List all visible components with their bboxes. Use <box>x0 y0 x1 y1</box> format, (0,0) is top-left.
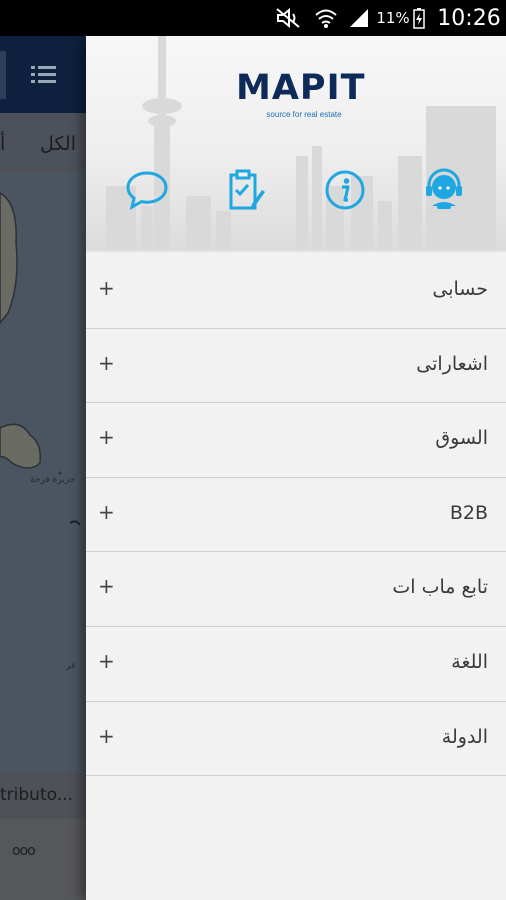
menu-item-notifications[interactable]: + اشعاراتى <box>86 329 506 404</box>
expand-icon[interactable]: + <box>98 425 115 449</box>
logo-text: MAPIT <box>236 68 366 108</box>
expand-icon[interactable]: + <box>98 500 115 524</box>
bottom-bar: ooo <box>0 819 86 900</box>
logo-tagline: source for real estate <box>266 110 342 119</box>
menu-item-follow-mapit[interactable]: + تابع ماب ات <box>86 552 506 627</box>
filter-tab-all[interactable]: الكل <box>40 133 76 155</box>
battery-charging-icon <box>410 0 428 36</box>
map-label-island: جزيرة فرحة <box>30 475 76 485</box>
expand-icon[interactable]: + <box>98 351 115 375</box>
menu-item-market[interactable]: + السوق <box>86 403 506 478</box>
filter-tabs: أ الكل <box>0 113 86 173</box>
menu-item-language[interactable]: + اللغة <box>86 627 506 702</box>
battery-percent: 11% <box>376 9 410 27</box>
support-icon[interactable] <box>420 166 468 214</box>
report-icon[interactable] <box>222 166 270 214</box>
menu-item-account[interactable]: + حسابى <box>86 254 506 329</box>
mapit-logo: MAPIT source for real estate <box>236 68 364 124</box>
list-menu-icon[interactable] <box>28 58 60 90</box>
chat-icon[interactable] <box>123 166 171 214</box>
menu-item-label: السوق <box>435 427 488 450</box>
menu-item-label: B2B <box>449 501 488 524</box>
expand-icon[interactable]: + <box>98 276 115 300</box>
more-button[interactable]: ooo <box>12 843 36 859</box>
background-toolbar <box>0 36 86 113</box>
menu-item-country[interactable]: + الدولة <box>86 702 506 777</box>
clock: 10:26 <box>437 5 501 31</box>
drawer-header: MAPIT source for real estate <box>86 36 506 252</box>
menu-item-label: اشعاراتى <box>416 352 488 375</box>
menu-item-label: اللغة <box>451 650 488 673</box>
expand-icon[interactable]: + <box>98 724 115 748</box>
search-bar-edge <box>0 51 6 99</box>
expand-icon[interactable]: + <box>98 574 115 598</box>
navigation-drawer: MAPIT source for real estate + حسابى + ا… <box>86 36 506 900</box>
expand-icon[interactable]: + <box>98 649 115 673</box>
menu-item-label: تابع ماب ات <box>392 576 488 599</box>
status-bar: 11% 10:26 <box>0 0 506 36</box>
listing-caption-text: tributo... <box>0 785 73 805</box>
listing-caption: tributo... <box>0 773 86 819</box>
background-app: أ الكل جزيرة فرحة غر tributo... ooo <box>0 36 86 900</box>
drawer-menu: + حسابى + اشعاراتى + السوق + B2B + تابع … <box>86 254 506 777</box>
info-icon[interactable] <box>321 166 369 214</box>
map-view[interactable]: جزيرة فرحة غر <box>0 173 86 773</box>
menu-item-label: حسابى <box>432 278 488 300</box>
menu-item-label: الدولة <box>441 725 488 748</box>
menu-item-b2b[interactable]: + B2B <box>86 478 506 553</box>
mute-icon <box>272 0 304 36</box>
wifi-icon <box>312 0 340 36</box>
map-label-place: غر <box>66 661 76 671</box>
signal-icon <box>345 0 373 36</box>
filter-tab-other[interactable]: أ <box>0 133 5 155</box>
